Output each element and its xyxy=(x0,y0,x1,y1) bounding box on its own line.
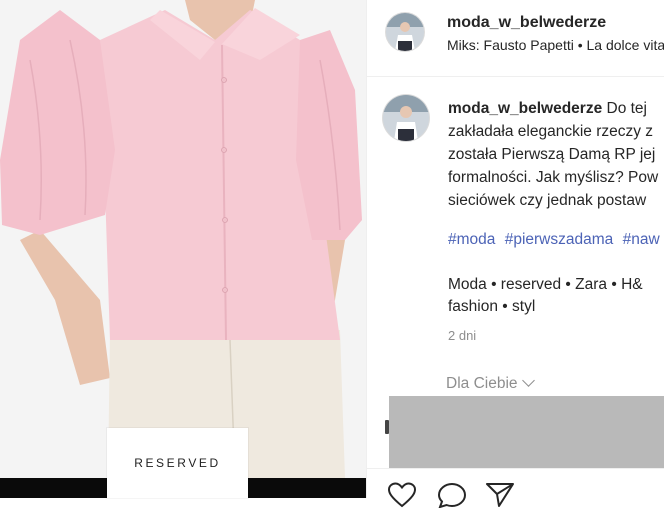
caption-text: moda_w_belwederze Do tej zakładała elega… xyxy=(448,97,664,212)
brand-label: RESERVED xyxy=(107,428,248,498)
topic-tags-line: fashion • styl xyxy=(448,298,536,315)
for-you-toggle[interactable]: Dla Ciebie xyxy=(446,374,535,393)
chevron-down-icon xyxy=(521,374,535,387)
caption-line: zakładała eleganckie rzeczy z xyxy=(448,123,654,140)
hashtag-link[interactable]: #moda xyxy=(448,231,495,248)
header-avatar[interactable] xyxy=(386,13,424,51)
hashtag-link[interactable]: #naw xyxy=(623,231,660,248)
post-time[interactable]: 2 dni xyxy=(448,328,476,343)
caption-avatar[interactable] xyxy=(383,95,429,141)
header-audio-track[interactable]: Miks: Fausto Papetti • La dolce vita xyxy=(447,37,664,53)
caption-line: sieciówek czy jednak postaw xyxy=(448,192,647,209)
post-photo[interactable] xyxy=(0,0,366,498)
caption-line: została Pierwszą Damą RP jej xyxy=(448,146,656,163)
action-divider xyxy=(367,468,664,469)
photo-illustration xyxy=(0,0,366,498)
caption-line: formalności. Jak myślisz? Pow xyxy=(448,169,659,186)
post-side-panel: moda_w_belwederze Miks: Fausto Papetti •… xyxy=(366,0,664,509)
for-you-label: Dla Ciebie xyxy=(446,375,518,392)
hashtag-link[interactable]: #pierwszadama xyxy=(505,231,614,248)
header-username[interactable]: moda_w_belwederze xyxy=(447,14,606,32)
caption-first-line: Do tej xyxy=(602,100,648,117)
caption-username[interactable]: moda_w_belwederze xyxy=(448,100,602,117)
topic-tags-line: Moda • reserved • Zara • H& xyxy=(448,276,643,293)
redacted-area xyxy=(389,396,664,468)
header-divider xyxy=(367,76,664,77)
hashtags: #moda #pierwszadama #naw xyxy=(448,231,660,249)
